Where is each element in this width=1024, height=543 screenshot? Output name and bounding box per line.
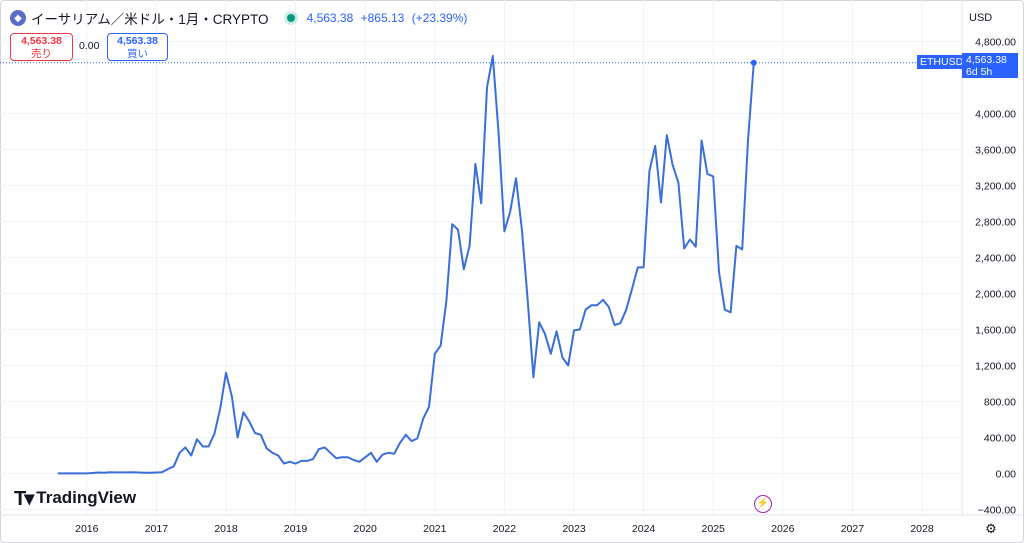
y-tick-label: 4,000.00 [975,109,1016,121]
x-tick-label: 2017 [145,523,169,535]
x-tick-label: 2019 [284,523,308,535]
x-tick-label: 2018 [214,523,238,535]
bar-countdown: 6d 5h [966,66,993,78]
x-tick-label: 2024 [632,523,656,535]
symbol-legend: ◆ イーサリアム／米ドル・1月・CRYPTO 4,563.38 +865.13 … [10,9,471,27]
y-tick-label: 0.00 [996,469,1017,481]
y-tick-label: 4,800.00 [975,37,1016,49]
y-tick-label: 2,800.00 [975,217,1016,229]
y-tick-label: 3,200.00 [975,181,1016,193]
tradingview-logo-icon: T▾ [14,487,34,510]
price-series-line [57,54,755,475]
last-price-value: 4,563.38 [306,11,354,25]
sell-price: 4,563.38 [21,35,62,47]
buy-button[interactable]: 4,563.38 買い [107,33,168,61]
price-chart[interactable]: 4,800.00 4,000.00 3,600.00 3,200.00 2,800.00… [0,0,1024,543]
symbol-price-tag: ETHUSD [917,55,967,69]
y-tick-label: 1,600.00 [975,325,1016,337]
tradingview-logo[interactable]: T▾ TradingView [14,487,137,510]
sell-label: 売り [31,48,52,60]
y-tick-label: 2,000.00 [975,289,1016,301]
market-open-status-icon [286,14,295,22]
price-axis-labels: 4,800.00 4,000.00 3,600.00 3,200.00 2,800.00… [975,37,1016,517]
x-tick-label: 2023 [562,523,586,535]
x-tick-label: 2026 [771,523,795,535]
x-tick-label: 2025 [702,523,726,535]
y-tick-label: 2,400.00 [975,253,1016,265]
spread-value: 0.00 [79,40,100,52]
settings-gear-icon[interactable]: ⚙ [984,522,998,536]
sell-button[interactable]: 4,563.38 売り [10,33,73,61]
y-tick-label: 3,600.00 [975,145,1016,157]
x-tick-label: 2016 [75,523,99,535]
price-change-percent: (+23.39%) [411,11,468,25]
price-change-value: +865.13 [360,11,405,25]
x-tick-label: 2022 [493,523,517,535]
y-tick-label: −400.00 [978,505,1016,517]
x-tick-label: 2021 [423,523,447,535]
chart-grid [0,0,962,515]
ethereum-icon: ◆ [10,10,26,26]
symbol-title[interactable]: イーサリアム／米ドル・1月・CRYPTO [31,8,269,28]
y-tick-label: 1,200.00 [975,361,1016,373]
price-info: 4,563.38 +865.13 (+23.39%) [307,11,472,25]
y-tick-label: 800.00 [984,397,1016,409]
x-tick-label: 2028 [910,523,934,535]
axis-last-price: 4,563.38 [966,54,1007,66]
lightning-icon[interactable]: ⚡ [754,495,772,513]
y-tick-label: 400.00 [984,433,1016,445]
x-tick-label: 2020 [354,523,378,535]
currency-selector[interactable]: USD [969,12,992,24]
last-price-axis-label: 4,563.38 6d 5h [962,53,1018,78]
buy-price: 4,563.38 [117,35,158,47]
x-tick-label: 2027 [841,523,865,535]
tradingview-logo-text: TradingView [36,488,137,507]
last-price-marker [750,59,757,66]
time-axis-labels: 2016 2017 2018 2019 2020 2021 2022 2023 2024 2025… [75,523,934,535]
buy-label: 買い [127,48,148,60]
